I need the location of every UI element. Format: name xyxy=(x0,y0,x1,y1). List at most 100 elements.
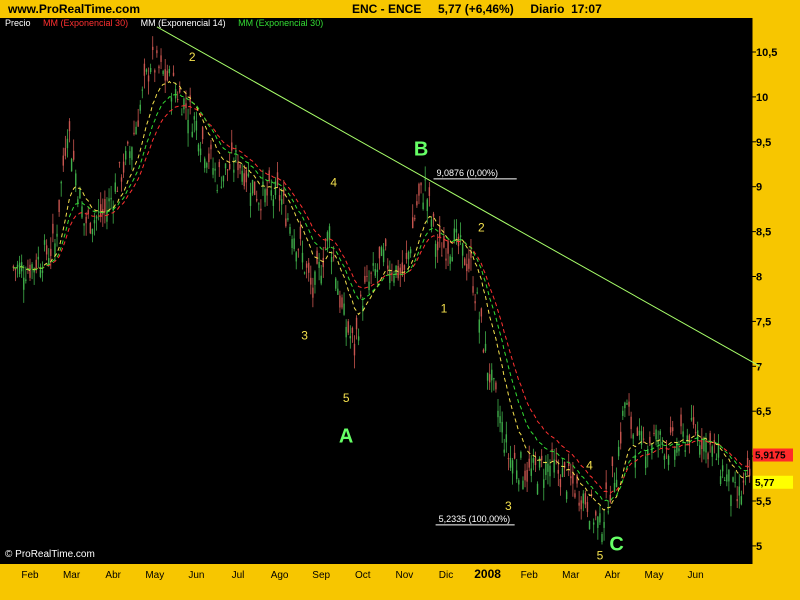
price-bar xyxy=(108,198,110,202)
price-bar xyxy=(501,421,503,433)
price-bar xyxy=(29,264,31,278)
price-bar xyxy=(31,264,33,269)
price-bar xyxy=(214,168,216,171)
price-bar xyxy=(445,258,447,261)
price-bar xyxy=(667,455,670,465)
wave-label-major: C xyxy=(609,533,623,555)
price-bar xyxy=(545,461,547,476)
price-bar xyxy=(378,246,381,259)
trendline xyxy=(156,26,761,367)
price-bar xyxy=(511,460,514,474)
price-bar xyxy=(520,452,522,458)
price-bar xyxy=(206,162,208,168)
price-bar xyxy=(636,427,639,436)
x-tick-label: Feb xyxy=(521,570,539,581)
price-tag-label: 5,9175 xyxy=(755,451,786,462)
price-bar xyxy=(599,513,601,523)
price-bar xyxy=(624,402,626,409)
price-bar xyxy=(120,177,123,182)
price-bar xyxy=(64,147,67,156)
price-bar xyxy=(613,482,616,492)
price-bar xyxy=(357,336,360,341)
y-tick-label: 10 xyxy=(756,92,768,104)
price-bar xyxy=(680,414,682,427)
price-bar xyxy=(283,189,285,196)
price-bar xyxy=(239,164,241,169)
price-bar xyxy=(513,452,516,459)
y-tick-label: 7 xyxy=(756,361,762,373)
price-bar xyxy=(414,218,416,220)
price-bar xyxy=(299,226,302,239)
price-bar xyxy=(493,378,495,380)
x-tick-label: Abr xyxy=(105,570,121,581)
price-bar xyxy=(553,459,555,473)
price-bar xyxy=(584,493,587,505)
price-bar xyxy=(201,127,204,140)
x-tick-label: Nov xyxy=(396,570,414,581)
price-bar xyxy=(166,70,168,81)
price-bar xyxy=(212,168,214,175)
price-bar xyxy=(528,458,530,468)
price-bar xyxy=(561,468,564,477)
fib-level-label: 9,0876 (0,00%) xyxy=(437,168,499,178)
price-bar xyxy=(301,252,304,263)
price-bar xyxy=(339,295,341,308)
wave-label-minor: 3 xyxy=(505,499,512,513)
price-bar xyxy=(620,431,622,444)
price-bar xyxy=(235,150,237,153)
price-bar xyxy=(399,267,401,274)
price-bar xyxy=(603,521,605,528)
price-bar xyxy=(405,252,408,259)
price-bar xyxy=(730,495,732,507)
y-tick-label: 6,5 xyxy=(756,406,771,418)
price-bar xyxy=(172,72,175,76)
price-bar xyxy=(401,262,404,276)
price-bar xyxy=(360,294,362,297)
price-bar xyxy=(441,255,443,257)
price-bar xyxy=(574,493,576,498)
price-chart[interactable]: 55,566,577,588,599,51010,5FebMarAbrMayJu… xyxy=(0,0,800,600)
wave-label-major: A xyxy=(339,426,353,448)
price-bar xyxy=(322,257,324,268)
y-tick-label: 8,5 xyxy=(756,227,771,239)
price-bar xyxy=(507,458,510,460)
price-bar xyxy=(168,68,171,74)
price-bar xyxy=(472,286,474,293)
x-tick-label: Abr xyxy=(605,570,621,581)
price-bar xyxy=(424,179,426,181)
price-bar xyxy=(391,272,393,274)
price-bar xyxy=(707,453,709,460)
price-bar xyxy=(418,183,420,196)
price-bar xyxy=(328,226,331,240)
price-tag-label: 5,77 xyxy=(755,478,775,489)
price-bar xyxy=(509,457,512,468)
price-bar xyxy=(303,272,306,274)
price-bar xyxy=(199,148,202,156)
price-bar xyxy=(124,150,127,160)
price-bar xyxy=(678,448,680,452)
price-bar xyxy=(110,197,112,200)
price-bar xyxy=(318,261,320,268)
price-bar xyxy=(137,120,139,127)
price-bar xyxy=(249,192,252,206)
x-tick-label: May xyxy=(645,570,664,581)
y-tick-label: 5,5 xyxy=(756,496,771,508)
price-bar xyxy=(131,147,133,160)
price-bar xyxy=(669,427,672,433)
price-bar xyxy=(653,432,655,434)
price-bar xyxy=(139,104,141,111)
price-bar xyxy=(497,410,499,418)
price-bar xyxy=(403,265,406,270)
price-bar xyxy=(18,262,21,274)
price-bar xyxy=(428,187,431,196)
price-bar xyxy=(160,55,162,62)
price-bar xyxy=(280,199,283,205)
price-bar xyxy=(447,241,449,254)
price-bar xyxy=(351,327,354,334)
price-bar xyxy=(293,238,295,250)
price-bar xyxy=(316,250,318,264)
price-bar xyxy=(231,142,233,151)
wave-label-minor: 4 xyxy=(586,459,593,473)
price-bar xyxy=(495,382,497,390)
price-bar xyxy=(655,429,657,440)
